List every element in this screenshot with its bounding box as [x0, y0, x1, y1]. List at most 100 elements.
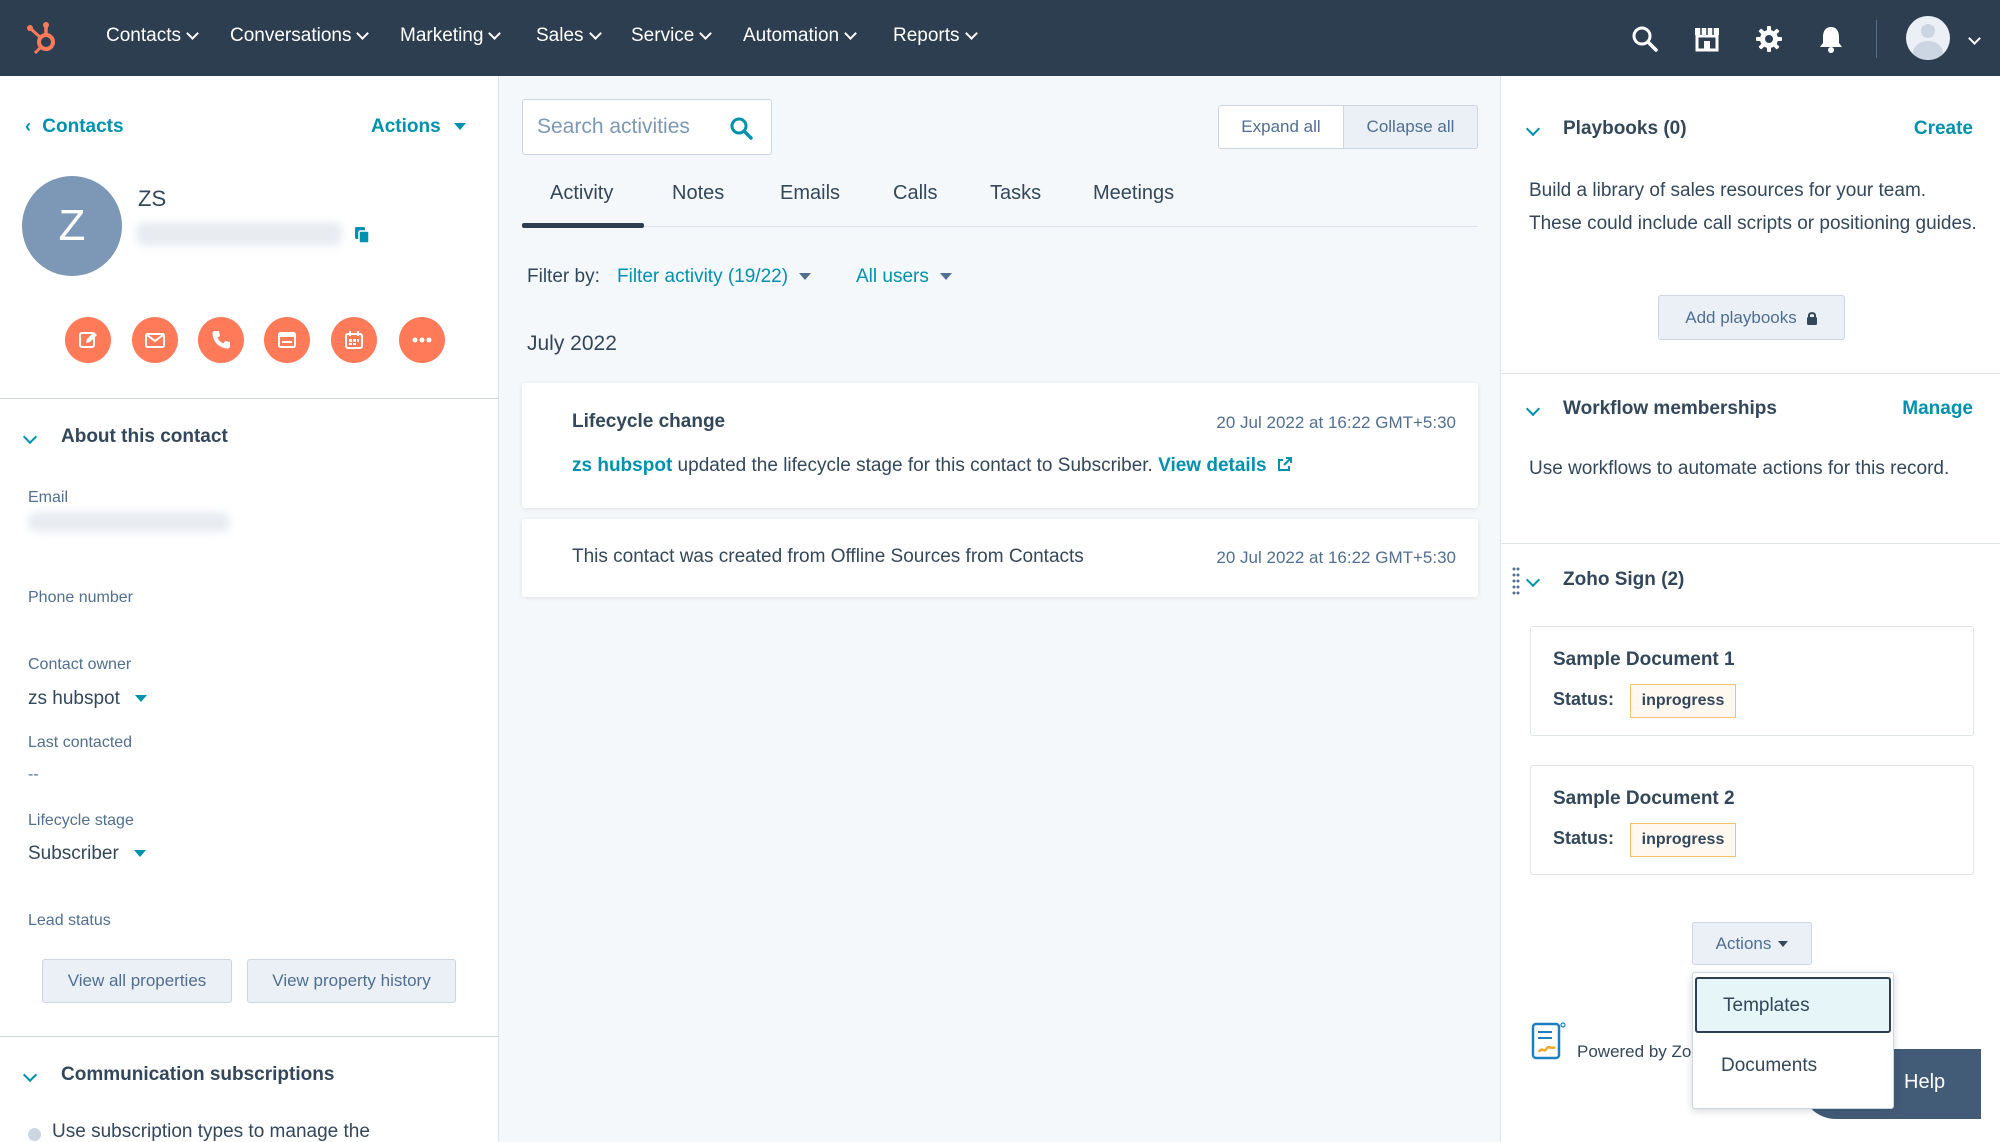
meeting-button[interactable] [331, 317, 377, 363]
bullet-icon [28, 1128, 41, 1141]
document-card-1[interactable]: Sample Document 1 Status: inprogress [1530, 626, 1974, 736]
chevron-down-icon [186, 27, 199, 40]
tab-activity[interactable]: Activity [550, 182, 613, 205]
redacted-email [136, 222, 342, 246]
chevron-down-icon [964, 27, 978, 40]
chevron-down-icon[interactable] [22, 1067, 38, 1083]
add-playbooks-button[interactable]: Add playbooks [1658, 295, 1845, 340]
workflow-description: Use workflows to automate actions for th… [1529, 458, 1950, 479]
search-icon[interactable] [1630, 24, 1660, 54]
actor-link[interactable]: zs hubspot [572, 455, 672, 476]
chevron-down-icon[interactable] [1525, 572, 1541, 588]
zoho-actions-button[interactable]: Actions [1692, 922, 1812, 965]
lead-status-label: Lead status [28, 912, 111, 929]
nav-contacts[interactable]: Contacts [106, 25, 199, 47]
tab-meetings[interactable]: Meetings [1093, 182, 1174, 205]
redacted-email-value [28, 512, 230, 532]
phone-label: Phone number [28, 589, 133, 606]
filter-by-label: Filter by: [527, 266, 600, 287]
email-button[interactable] [132, 317, 178, 363]
note-button[interactable] [65, 317, 111, 363]
bell-icon[interactable] [1816, 24, 1846, 54]
activity-title: Lifecycle change [572, 411, 726, 432]
chevron-down-icon[interactable] [1525, 401, 1541, 417]
caret-down-icon [134, 850, 147, 858]
actions-dropdown-menu: Templates Documents [1692, 972, 1894, 1109]
envelope-icon [145, 333, 165, 348]
drag-handle-icon[interactable] [1512, 566, 1520, 596]
back-to-contacts-link[interactable]: ‹ Contacts [25, 116, 124, 138]
dropdown-item-documents[interactable]: Documents [1695, 1039, 1891, 1095]
tabs-divider [522, 226, 1478, 227]
nav-sales[interactable]: Sales [536, 25, 602, 47]
nav-reports[interactable]: Reports [893, 25, 978, 47]
user-avatar[interactable] [1906, 16, 1950, 60]
activity-body: This contact was created from Offline So… [572, 546, 1084, 567]
view-all-properties-button[interactable]: View all properties [42, 959, 232, 1003]
all-users-dropdown[interactable]: All users [856, 266, 953, 288]
nav-marketing[interactable]: Marketing [400, 25, 502, 47]
chevron-down-icon [588, 27, 602, 40]
edit-icon [79, 332, 97, 348]
activity-timestamp: 20 Jul 2022 at 16:22 GMT+5:30 [1216, 548, 1456, 567]
search-icon[interactable] [729, 116, 753, 140]
expand-all-button[interactable]: Expand all [1218, 105, 1344, 149]
caret-down-icon [453, 123, 466, 131]
zoho-sign-heading[interactable]: Zoho Sign (2) [1563, 569, 1684, 591]
activity-card-lifecycle[interactable]: Lifecycle change 20 Jul 2022 at 16:22 GM… [522, 383, 1478, 508]
contact-sidebar: ‹ Contacts Actions Z ZS About this conta… [0, 76, 499, 1142]
chevron-down-icon [844, 27, 857, 40]
collapse-all-button[interactable]: Collapse all [1343, 105, 1478, 149]
activity-timestamp: 20 Jul 2022 at 16:22 GMT+5:30 [1216, 413, 1456, 432]
lifecycle-select[interactable]: Subscriber [28, 843, 147, 865]
zoho-sign-logo-icon [1531, 1022, 1566, 1060]
playbooks-heading[interactable]: Playbooks (0) [1563, 118, 1687, 140]
status-badge: inprogress [1630, 823, 1736, 857]
call-button[interactable] [198, 317, 244, 363]
nav-automation[interactable]: Automation [743, 25, 857, 47]
powered-by-text: Powered by Zo [1577, 1042, 1692, 1061]
phone-icon [212, 331, 230, 349]
contact-actions-menu[interactable]: Actions [371, 116, 466, 138]
active-tab-indicator [522, 223, 644, 228]
search-activities-input[interactable]: Search activities [522, 99, 772, 155]
tab-tasks[interactable]: Tasks [990, 182, 1041, 205]
nav-conversations[interactable]: Conversations [230, 25, 370, 47]
tab-calls[interactable]: Calls [893, 182, 937, 205]
owner-select[interactable]: zs hubspot [28, 688, 148, 710]
chevron-down-icon[interactable] [1525, 121, 1541, 137]
contact-avatar: Z [22, 176, 122, 276]
tab-emails[interactable]: Emails [780, 182, 840, 205]
about-section-heading[interactable]: About this contact [61, 426, 228, 448]
last-contacted-label: Last contacted [28, 734, 133, 751]
manage-workflows-link[interactable]: Manage [1902, 398, 1973, 420]
comm-section-heading[interactable]: Communication subscriptions [61, 1064, 334, 1086]
gear-icon[interactable] [1754, 24, 1784, 54]
copy-icon[interactable] [354, 226, 370, 244]
document-name: Sample Document 1 [1553, 649, 1735, 670]
activity-card-created[interactable]: This contact was created from Offline So… [522, 519, 1478, 597]
external-link-icon[interactable] [1277, 456, 1293, 472]
caret-down-icon [1778, 940, 1789, 947]
marketplace-icon[interactable] [1692, 24, 1722, 54]
dropdown-item-templates[interactable]: Templates [1695, 977, 1891, 1033]
nav-service[interactable]: Service [631, 25, 713, 47]
filter-activity-dropdown[interactable]: Filter activity (19/22) [617, 266, 812, 288]
more-actions-button[interactable] [399, 317, 445, 363]
last-contacted-value: -- [28, 766, 39, 783]
divider [0, 398, 499, 399]
tab-notes[interactable]: Notes [672, 182, 724, 205]
email-label: Email [28, 489, 69, 506]
contact-name: ZS [138, 186, 167, 211]
chevron-down-icon[interactable] [22, 429, 38, 445]
caret-down-icon [799, 273, 812, 281]
document-card-2[interactable]: Sample Document 2 Status: inprogress [1530, 765, 1974, 875]
workflow-heading[interactable]: Workflow memberships [1563, 398, 1777, 420]
chevron-down-icon[interactable] [1968, 32, 1981, 45]
create-playbook-link[interactable]: Create [1914, 118, 1973, 140]
view-property-history-button[interactable]: View property history [247, 959, 456, 1003]
chevron-down-icon [699, 27, 713, 40]
view-details-link[interactable]: View details [1158, 455, 1266, 476]
task-button[interactable] [264, 317, 310, 363]
hubspot-logo-icon[interactable] [24, 18, 64, 58]
